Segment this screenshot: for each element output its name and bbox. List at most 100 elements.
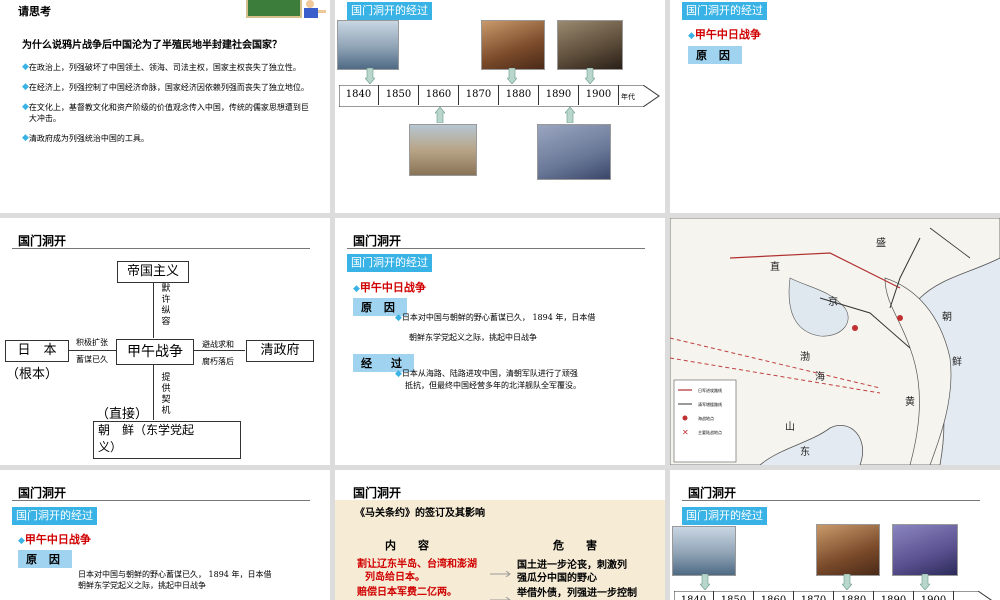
timeline-year: 1890 bbox=[539, 85, 579, 105]
war-item: ◆甲午中日战争 bbox=[18, 533, 91, 546]
section-tag: 国门洞开的经过 bbox=[682, 507, 767, 525]
timeline-year: 1890 bbox=[874, 591, 914, 600]
divider bbox=[12, 500, 310, 501]
slide-heading: 国门洞开 bbox=[688, 486, 737, 500]
slide-8-thumbnail[interactable]: 国门洞开 《马关条约》的签订及其影响 内 容 危 害 割让辽东半岛、台湾和澎湖 … bbox=[335, 470, 665, 600]
timeline: 1840 1850 1860 1870 1880 1890 1900 年代 bbox=[339, 85, 660, 107]
svg-text:✕: ✕ bbox=[682, 428, 689, 437]
slide-1-thumbnail[interactable]: 请思考 为什么说鸦片战争后中国沦为了半殖民地半封建社会国家？ ◆ 在政治上，列强破… bbox=[0, 0, 330, 213]
point-list: ◆ 在政治上，列强破坏了中国领土、领海、司法主权，国家主权丧失了独立性。 ◆ 在经济… bbox=[22, 62, 310, 144]
process-text: ◆日本从海路、陆路进攻中国，清朝军队进行了顽强 抵抗，但最终中国经营多年的北洋舰… bbox=[395, 369, 581, 390]
timeline-year: 1840 bbox=[339, 85, 379, 105]
line bbox=[68, 350, 116, 351]
direct-cause-label: （直接） bbox=[96, 407, 149, 422]
naval-battle-photo bbox=[672, 526, 736, 576]
question-text: 为什么说鸦片战争后中国沦为了半殖民地半封建社会国家？ bbox=[22, 40, 282, 51]
battle-scene-photo bbox=[557, 20, 623, 70]
slide-2-thumbnail[interactable]: 国门洞开的经过 1840 1850 1860 1870 1880 1890 19… bbox=[335, 0, 665, 213]
right-arrow-icon bbox=[490, 562, 514, 581]
imperialism-box: 帝国主义 bbox=[117, 261, 189, 283]
cause-tag: 原 因 bbox=[18, 550, 72, 568]
map-label: 直 bbox=[770, 262, 780, 273]
diamond-bullet-icon: ◆ bbox=[22, 82, 29, 92]
map-label: 朝 bbox=[942, 312, 952, 323]
line bbox=[153, 364, 154, 420]
japan-box: 日 本 bbox=[5, 340, 69, 362]
legend-item: 日军进攻路线 bbox=[698, 388, 722, 393]
connector-label: 积极扩张 bbox=[76, 338, 108, 347]
diamond-bullet-icon: ◆ bbox=[22, 102, 29, 112]
map-label: 黄 bbox=[905, 397, 915, 408]
list-item: ◆ 在经济上，列强控制了中国经济命脉，国家经济因依赖列强而丧失了独立地位。 bbox=[22, 82, 309, 92]
connector-label: 蓄谋已久 bbox=[76, 355, 108, 364]
diamond-bullet-icon: ◆ bbox=[22, 62, 29, 72]
connector-label: 默许纵容 bbox=[161, 284, 171, 327]
divider bbox=[12, 248, 310, 249]
timeline-year: 1880 bbox=[834, 591, 874, 600]
slide-6-thumbnail[interactable]: ✕ 直 京 渤 海 黄 山 东 朝 鲜 盛 日军进攻路线 清军增援路线 海战地点… bbox=[670, 218, 1000, 465]
timeline-year: 1880 bbox=[499, 85, 539, 105]
list-item: ◆ 在文化上，基督教文化和资产阶级的价值观念传入中国，传统的儒家思想遭到巨大冲击。 bbox=[22, 102, 309, 123]
timeline-year: 1850 bbox=[379, 85, 419, 105]
ruins-photo bbox=[481, 20, 545, 70]
map-label: 京 bbox=[828, 297, 838, 308]
diamond-bullet-icon: ◆ bbox=[22, 133, 29, 143]
timeline-year: 1860 bbox=[419, 85, 459, 105]
slide-4-thumbnail[interactable]: 国门洞开 帝国主义 默许纵容 日 本 （根本） 积极扩张 蓄谋已久 甲午战争 避… bbox=[0, 218, 330, 465]
legend-item: 清军增援路线 bbox=[698, 402, 722, 407]
timeline: 1840 1850 1860 1870 1880 1890 1900 bbox=[674, 591, 994, 600]
slide-9-thumbnail[interactable]: 国门洞开 国门洞开的经过 1840 1850 1860 1870 1880 18… bbox=[670, 470, 1000, 600]
slide-heading: 国门洞开 bbox=[353, 234, 402, 248]
connector-label: 提供契机 bbox=[161, 373, 171, 416]
war-item: ◆甲午中日战争 bbox=[688, 28, 761, 41]
timeline-year: 1870 bbox=[794, 591, 834, 600]
diamond-bullet-icon: ◆ bbox=[395, 369, 402, 379]
chalkboard-image bbox=[246, 0, 302, 18]
map-label: 东 bbox=[800, 447, 810, 458]
timeline-year: 1850 bbox=[714, 591, 754, 600]
section-tag: 国门洞开的经过 bbox=[347, 254, 432, 272]
teacher-figure-icon bbox=[298, 0, 328, 18]
slide-3-thumbnail[interactable]: 国门洞开的经过 ◆甲午中日战争 原 因 bbox=[670, 0, 1000, 213]
war-item: ◆甲午中日战争 bbox=[353, 281, 426, 294]
slide-heading: 国门洞开 bbox=[18, 234, 67, 248]
timeline-year: 1860 bbox=[754, 591, 794, 600]
korea-box-line: 义） bbox=[98, 440, 123, 454]
old-summer-palace-ruins-photo bbox=[409, 124, 477, 176]
japan-root-label: （根本） bbox=[6, 367, 59, 382]
naval-battle-photo bbox=[337, 20, 399, 70]
legend-item: 海战地点 bbox=[698, 416, 714, 421]
slide-heading: 国门洞开 bbox=[353, 486, 402, 500]
korea-box: 朝 鲜（东学党起 义） bbox=[93, 421, 241, 459]
slide-5-thumbnail[interactable]: 国门洞开 国门洞开的经过 ◆甲午中日战争 原 因 ◆日本对中国与朝鲜的野心蓄谋已… bbox=[335, 218, 665, 465]
divider bbox=[682, 500, 980, 501]
map-label: 山 bbox=[785, 422, 795, 433]
map-label: 海 bbox=[815, 372, 825, 383]
cause-tag: 原 因 bbox=[688, 46, 742, 64]
battle-scene-photo bbox=[892, 524, 958, 576]
divider bbox=[347, 248, 645, 249]
korea-box-line: 朝 鲜（东学党起 bbox=[98, 423, 195, 437]
map-label: 盛 bbox=[876, 238, 886, 249]
section-tag: 国门洞开的经过 bbox=[682, 2, 767, 20]
diamond-bullet-icon: ◆ bbox=[395, 313, 402, 323]
section-tag: 国门洞开的经过 bbox=[347, 2, 432, 20]
harm-column-header: 危 害 bbox=[553, 539, 597, 552]
timeline-year: 1900 bbox=[579, 85, 619, 105]
sea-battle-painting-photo bbox=[537, 124, 611, 180]
right-arrow-icon bbox=[490, 588, 514, 600]
map-label: 鲜 bbox=[952, 357, 962, 368]
connector-label: 腐朽落后 bbox=[202, 357, 234, 366]
slide-title: 请思考 bbox=[18, 5, 51, 18]
line bbox=[153, 282, 154, 338]
slide-heading: 国门洞开 bbox=[18, 486, 67, 500]
timeline-year: 1840 bbox=[674, 591, 714, 600]
harm-cell: 国土进一步沦丧，刺激列 强瓜分中国的野心 举借外债，列强进一步控制 bbox=[517, 560, 637, 599]
connector-label: 避战求和 bbox=[202, 340, 234, 349]
slide-7-thumbnail[interactable]: 国门洞开 国门洞开的经过 ◆甲午中日战争 原 因 日本对中国与朝鲜的野心蓄谋已久… bbox=[0, 470, 330, 600]
map-legend: 日军进攻路线 清军增援路线 海战地点 主要陆战地点 bbox=[698, 384, 722, 440]
diamond-bullet-icon: ◆ bbox=[353, 284, 360, 294]
timeline-year: 1900 bbox=[914, 591, 954, 600]
list-item: ◆ 清政府成为列强统治中国的工具。 bbox=[22, 133, 149, 143]
timeline-year: 1870 bbox=[459, 85, 499, 105]
